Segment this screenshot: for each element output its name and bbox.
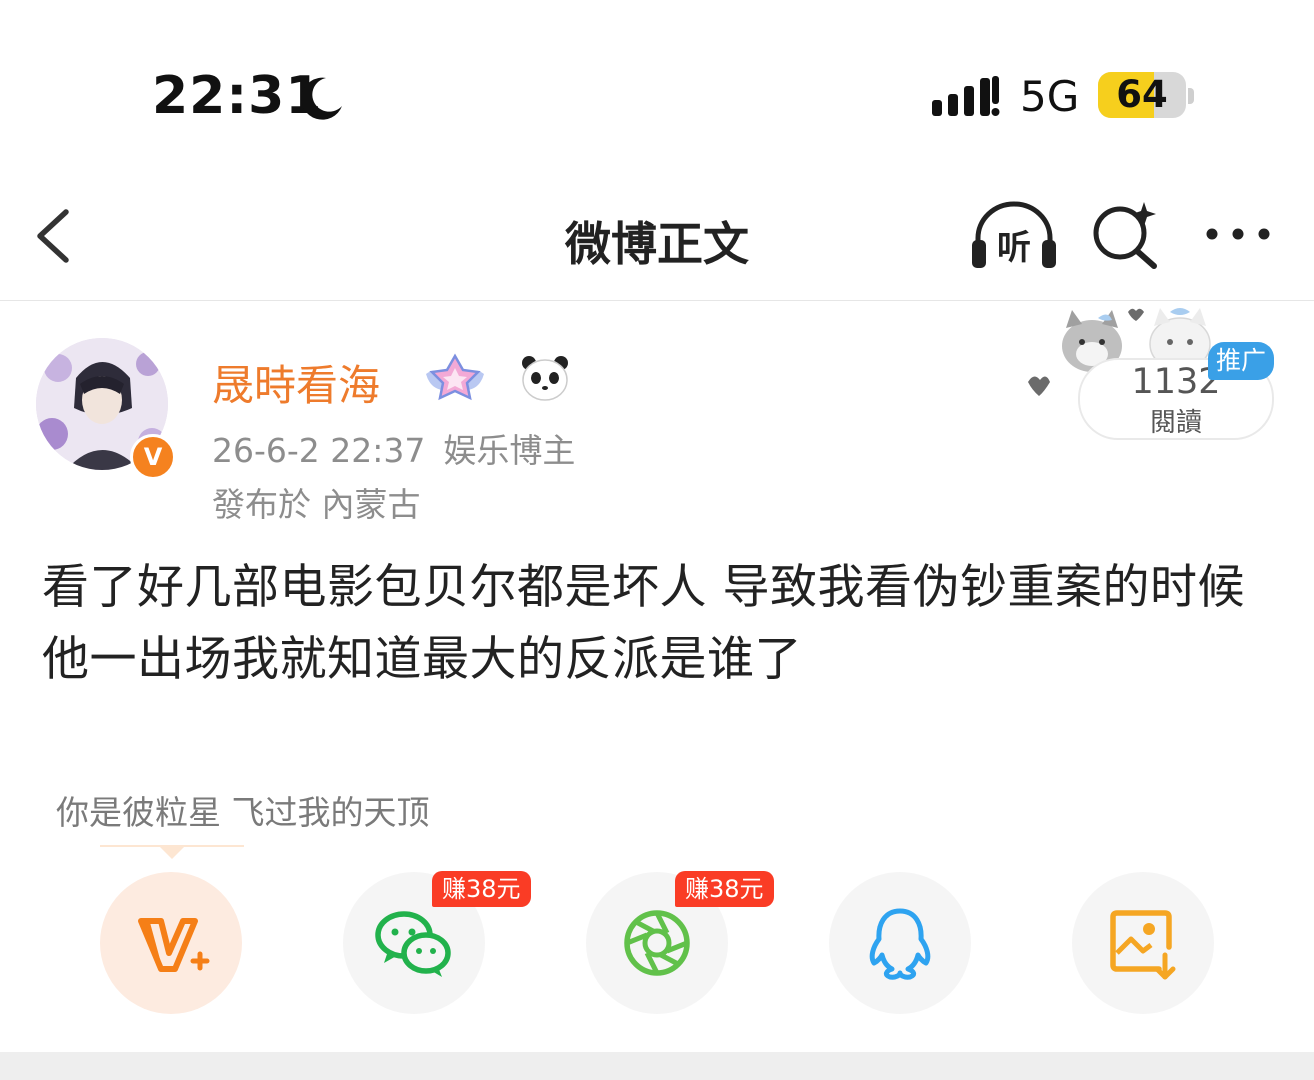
panda-icon[interactable] xyxy=(520,354,570,402)
wechat-reward-badge: 赚38元 xyxy=(432,871,531,907)
qq-icon xyxy=(869,908,931,980)
save-image-icon xyxy=(1110,910,1176,980)
author-role: 娱乐博主 xyxy=(443,431,576,470)
medal-icon[interactable] xyxy=(422,352,488,406)
moon-icon xyxy=(301,77,342,120)
share-title-caret xyxy=(160,847,184,859)
battery-tip xyxy=(1188,88,1194,104)
vplus-icon xyxy=(138,918,210,972)
more-icon[interactable] xyxy=(1200,214,1280,254)
username[interactable]: 晟時看海 xyxy=(212,352,380,413)
moments-reward-badge: 赚38元 xyxy=(675,871,774,907)
ai-search-icon[interactable] xyxy=(1090,200,1160,270)
status-bar: 22:31 5G 64 xyxy=(0,0,1314,190)
nav-bar: 微博正文 听 xyxy=(0,190,1314,301)
share-panel-title: 你是彼粒星 飞过我的天顶 xyxy=(56,793,430,832)
post-location: 發布於 內蒙古 xyxy=(212,485,421,524)
battery-indicator: 64 xyxy=(1098,72,1186,118)
save-image-share-button[interactable] xyxy=(1072,872,1214,1014)
bottom-divider xyxy=(0,1052,1314,1080)
post-text: 看了好几部电影包贝尔都是坏人 导致我看伪钞重案的时候他一出场我就知道最大的反派是… xyxy=(42,560,1245,687)
read-count-label: 閱讀 xyxy=(1149,408,1202,438)
post-date: 26-6-2 22:37 xyxy=(212,431,426,470)
wechat-icon xyxy=(375,911,451,977)
battery-level: 64 xyxy=(1116,73,1168,116)
listen-button[interactable]: 听 xyxy=(970,198,1058,272)
post-meta: 26-6-2 22:37 娱乐博主 xyxy=(212,424,575,472)
verified-badge: V xyxy=(130,434,176,480)
qq-share-button[interactable] xyxy=(829,872,971,1014)
network-type: 5G xyxy=(1020,72,1080,121)
moments-icon xyxy=(624,910,690,976)
promo-tag: 推广 xyxy=(1208,342,1274,380)
listen-label: 听 xyxy=(997,228,1031,268)
vplus-share-button[interactable] xyxy=(100,872,242,1014)
signal-icon xyxy=(932,76,1000,116)
